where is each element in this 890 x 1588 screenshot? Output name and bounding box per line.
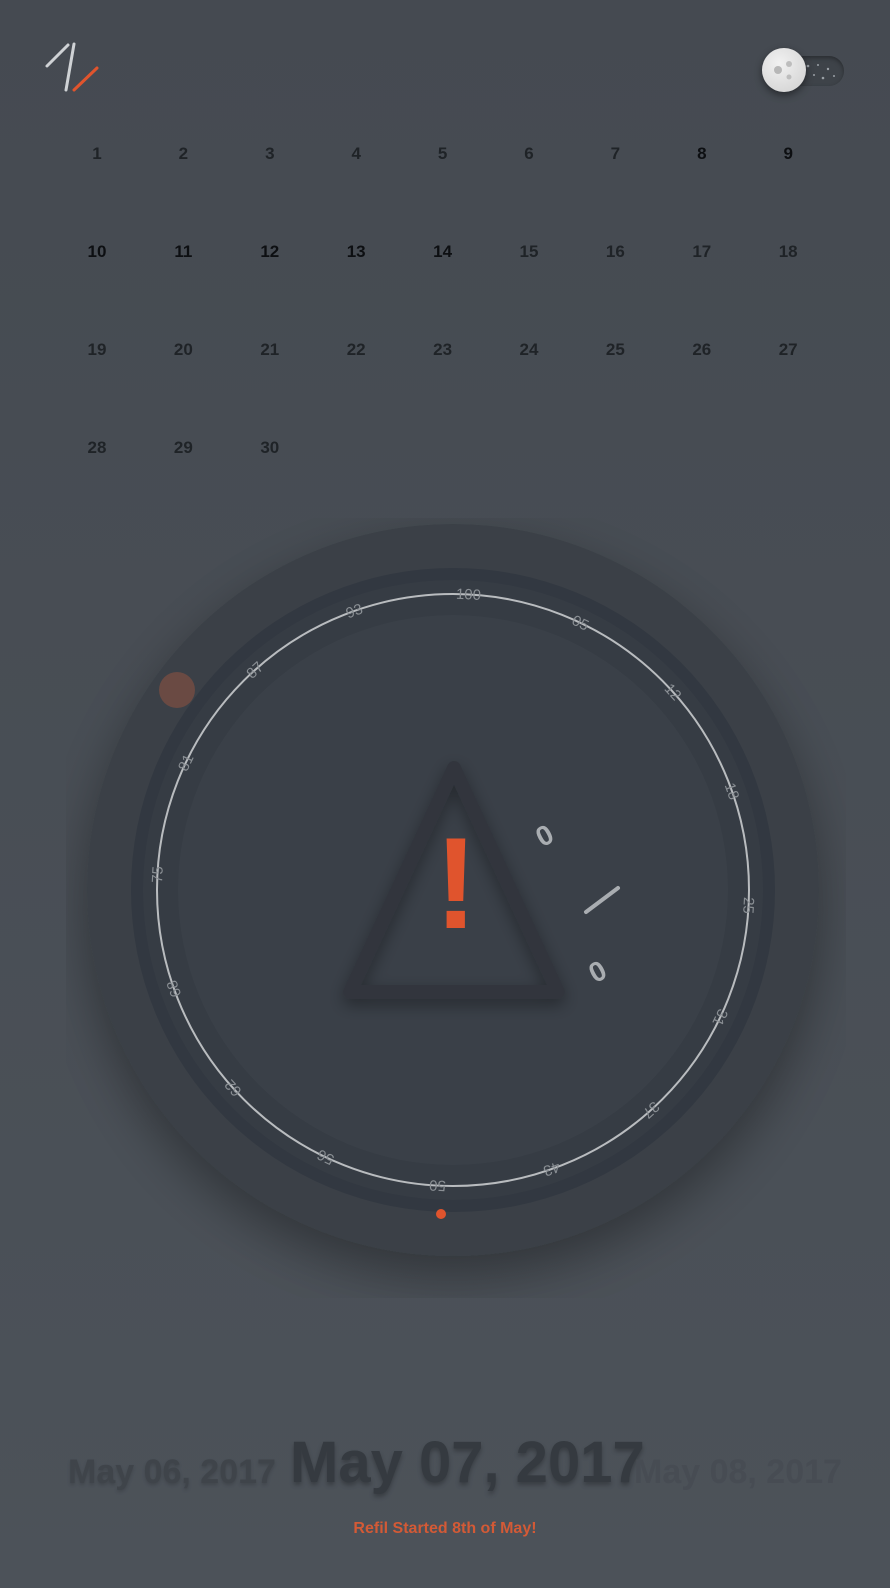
calendar-day[interactable]: 17 xyxy=(659,224,745,280)
calendar-day[interactable]: 7 xyxy=(572,126,658,182)
calendar-day[interactable]: 20 xyxy=(140,322,226,378)
gauge-tick-label: 75 xyxy=(149,866,167,884)
gauge-tick-label: 100 xyxy=(456,586,482,604)
calendar-day[interactable]: 13 xyxy=(313,224,399,280)
calendar-day[interactable]: 27 xyxy=(745,322,831,378)
calendar-day[interactable]: 5 xyxy=(400,126,486,182)
calendar-day[interactable]: 2 xyxy=(140,126,226,182)
calendar-day[interactable]: 8 xyxy=(659,126,745,182)
gauge-drag-handle[interactable] xyxy=(159,672,195,708)
gauge-tick-label: 25 xyxy=(739,897,757,915)
current-date: May 07, 2017 xyxy=(290,1430,645,1495)
calendar-day[interactable]: 24 xyxy=(486,322,572,378)
previous-date[interactable]: May 06, 2017 xyxy=(68,1453,276,1492)
calendar-day[interactable]: 19 xyxy=(54,322,140,378)
calendar-day[interactable]: 25 xyxy=(572,322,658,378)
calendar-day[interactable]: 9 xyxy=(745,126,831,182)
gauge-tick-label: 50 xyxy=(429,1176,447,1194)
calendar-day[interactable]: 6 xyxy=(486,126,572,182)
refill-gauge: 100 05 12 18 25 31 37 43 50 56 62 68 75 81 87 93 ! 0 0 xyxy=(66,518,846,1298)
calendar-day[interactable]: 30 xyxy=(227,420,313,476)
gauge-current-marker xyxy=(436,1209,446,1219)
warning-exclamation: ! xyxy=(434,810,477,956)
theme-toggle[interactable] xyxy=(762,48,844,92)
calendar-day[interactable]: 23 xyxy=(400,322,486,378)
calendar-day[interactable]: 12 xyxy=(227,224,313,280)
calendar-day[interactable]: 10 xyxy=(54,224,140,280)
calendar-day[interactable]: 3 xyxy=(227,126,313,182)
calendar-day[interactable]: 4 xyxy=(313,126,399,182)
calendar-day[interactable]: 1 xyxy=(54,126,140,182)
refill-status-message: Refil Started 8th of May! xyxy=(353,1520,537,1537)
calendar-day[interactable]: 22 xyxy=(313,322,399,378)
calendar-day[interactable]: 26 xyxy=(659,322,745,378)
moon-icon xyxy=(762,48,806,92)
date-carousel: May 06, 2017 May 07, 2017 May 08, 2017 xyxy=(0,1415,890,1505)
app-logo-icon[interactable] xyxy=(44,42,104,94)
calendar-day[interactable]: 11 xyxy=(140,224,226,280)
calendar-day[interactable]: 14 xyxy=(400,224,486,280)
calendar-day[interactable]: 29 xyxy=(140,420,226,476)
calendar-day[interactable]: 28 xyxy=(54,420,140,476)
calendar-day[interactable]: 16 xyxy=(572,224,658,280)
calendar-day[interactable]: 18 xyxy=(745,224,831,280)
calendar-day[interactable]: 21 xyxy=(227,322,313,378)
calendar-day[interactable]: 15 xyxy=(486,224,572,280)
next-date[interactable]: May 08, 2017 xyxy=(634,1453,842,1492)
